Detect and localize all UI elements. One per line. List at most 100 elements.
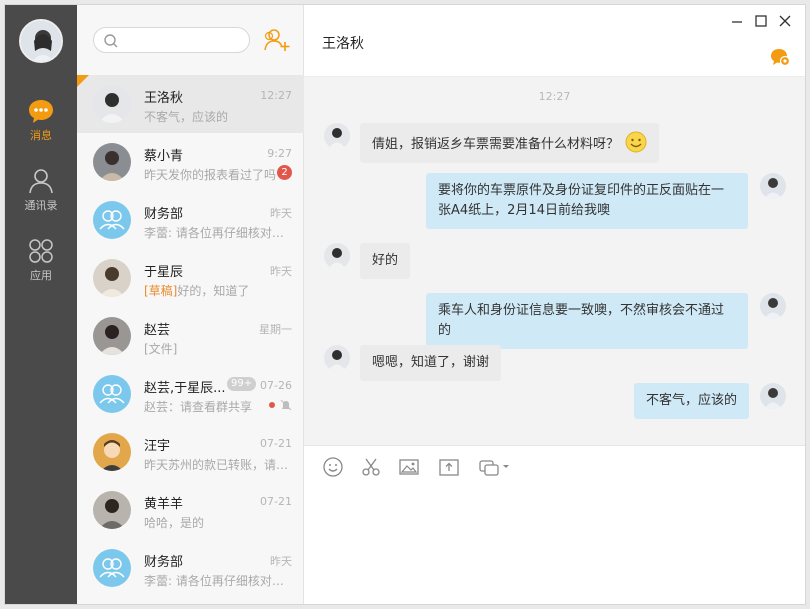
rail-item-contacts[interactable]: 通讯录 [5,167,77,227]
chat-panel: 王洛秋 12:27 倩姐，报销返乡车票需要准备什么材料呀？ 要将你的车票原件及身… [304,5,805,604]
conversation-item[interactable]: 赵芸,于星辰... 99+ 07-26 赵芸：请查看群共享 [77,365,304,423]
conversation-time: 12:27 [260,89,292,102]
conversation-preview: 不客气，应该的 [144,110,229,124]
message-input[interactable] [304,485,805,604]
message-bubble-outgoing[interactable]: 乘车人和身份证信息要一致噢，不然审核会不通过的 [426,293,748,349]
chat-settings-icon[interactable] [769,47,791,67]
conversation-preview: 哈哈，是的 [144,516,205,530]
draft-text: 好的，知道了 [177,284,250,298]
close-icon[interactable] [777,13,793,29]
conversation-preview: [草稿]好的，知道了 [144,282,292,299]
conversation-name: 财务部 [144,207,184,222]
conversation-name: 蔡小青 [144,149,184,164]
avatar [93,143,131,181]
conversation-item[interactable]: 蔡小青 9:27 昨天发你的报表看过了吗 2 [77,133,304,191]
avatar [93,491,131,529]
conversation-item[interactable]: 财务部 昨天 李蕾: 请各位再仔细核对一下 [77,191,304,249]
my-avatar[interactable] [19,19,63,63]
conversation-item[interactable]: 于星辰 昨天 [草稿]好的，知道了 [77,249,304,307]
chat-bubble-icon [29,100,53,123]
my-avatar-small[interactable] [760,173,786,199]
search-box[interactable] [93,27,250,53]
message-text: 嗯嗯，知道了，谢谢 [372,355,490,370]
conversation-preview: 李蕾: 请各位再仔细核对一下 [144,226,292,240]
rail-label-apps: 应用 [30,269,52,282]
conversation-time: 07-21 [260,495,292,508]
message-text: 倩姐，报销返乡车票需要准备什么材料呀？ [372,137,620,152]
conversation-item[interactable]: 汪宇 07-21 昨天苏州的款已转账，请查收 [77,423,304,481]
conversation-time: 07-21 [260,437,292,450]
avatar [93,85,131,123]
message-text: 乘车人和身份证信息要一致噢，不然审核会不通过的 [438,303,725,338]
avatar [93,259,131,297]
search-icon [104,34,118,48]
conversation-item[interactable]: 赵芸 星期一 [文件] [77,307,304,365]
add-contact-icon[interactable] [263,27,291,53]
compose-toolbar [304,445,805,485]
maximize-icon[interactable] [753,13,769,29]
my-avatar-small[interactable] [760,383,786,409]
group-avatar [93,201,131,239]
conversation-name: 赵芸 [144,323,171,338]
conversation-preview: 昨天苏州的款已转账，请查收 [144,458,292,472]
message-list: 12:27 倩姐，报销返乡车票需要准备什么材料呀？ 要将你的车票原件及身份证复印… [304,77,805,445]
smiley-emoji-icon [625,131,647,153]
rail-label-messages: 消息 [30,129,52,142]
conversation-name: 汪宇 [144,439,171,454]
group-avatar [93,375,131,413]
message-bubble-incoming[interactable]: 倩姐，报销返乡车票需要准备什么材料呀？ [360,123,660,163]
chat-header: 王洛秋 [304,5,805,77]
conversation-name: 黄羊羊 [144,497,184,512]
image-icon[interactable] [398,456,420,478]
conversation-time: 星期一 [259,323,292,336]
conversation-preview: 昨天发你的报表看过了吗 [144,168,276,182]
conversation-preview: 赵芸：请查看群共享 [144,400,253,414]
draft-tag: [草稿] [144,284,178,298]
emoji-icon[interactable] [322,456,344,478]
mute-bell-icon [269,399,292,411]
group-count-badge: 99+ [227,377,257,391]
message-bubble-incoming[interactable]: 好的 [360,243,411,279]
conversation-time: 昨天 [270,265,292,278]
upload-file-icon[interactable] [438,456,460,478]
my-avatar-small[interactable] [760,293,786,319]
group-avatar [93,549,131,587]
message-time-divider: 12:27 [538,90,571,103]
message-bubble-outgoing[interactable]: 不客气，应该的 [634,383,750,419]
conversation-name: 赵芸,于星辰... [144,381,226,396]
conversation-preview: [文件] [144,342,178,356]
search-input[interactable] [124,31,242,49]
unread-count-badge: 2 [277,165,292,180]
message-bubble-outgoing[interactable]: 要将你的车票原件及身份证复印件的正反面贴在一张A4纸上，2月14日前给我噢 [426,173,748,229]
sender-avatar[interactable] [324,345,350,371]
conversation-name: 于星辰 [144,265,184,280]
scissors-screenshot-icon[interactable] [360,456,382,478]
conversation-item[interactable]: 黄羊羊 07-21 哈哈，是的 [77,481,304,539]
contacts-icon [29,169,53,194]
message-text: 要将你的车票原件及身份证复印件的正反面贴在一张A4纸上，2月14日前给我噢 [438,183,725,218]
conversation-preview: 李蕾: 请各位再仔细核对一下 [144,574,292,588]
conversation-name: 财务部 [144,555,184,570]
chat-title: 王洛秋 [322,36,364,52]
left-rail: 消息 通讯录 应用 [5,5,77,604]
conversation-name: 王洛秋 [144,91,184,106]
more-tools-icon[interactable] [478,456,512,478]
avatar [93,433,131,471]
rail-item-messages[interactable]: 消息 [5,97,77,157]
conversation-list: 王洛秋 12:27 不客气，应该的 蔡小青 9:27 昨天发你的报表看过了吗 2… [77,5,304,604]
conversation-item[interactable]: 财务部 昨天 李蕾: 请各位再仔细核对一下 [77,539,304,597]
avatar [93,317,131,355]
conversation-item[interactable]: 王洛秋 12:27 不客气，应该的 [77,75,304,133]
message-text: 好的 [372,253,399,268]
rail-item-apps[interactable]: 应用 [5,237,77,297]
chat-app-window: 消息 通讯录 应用 王洛秋 12:27 不客气，应该的 蔡小青 9:27 昨天发… [4,4,806,605]
rail-label-contacts: 通讯录 [24,199,58,212]
unread-corner-flag [77,75,89,87]
conversation-time: 昨天 [270,207,292,220]
sender-avatar[interactable] [324,243,350,269]
sender-avatar[interactable] [324,123,350,149]
conversation-time: 07-26 [260,379,292,392]
message-bubble-incoming[interactable]: 嗯嗯，知道了，谢谢 [360,345,502,381]
minimize-icon[interactable] [729,13,745,29]
conversation-time: 昨天 [270,555,292,568]
